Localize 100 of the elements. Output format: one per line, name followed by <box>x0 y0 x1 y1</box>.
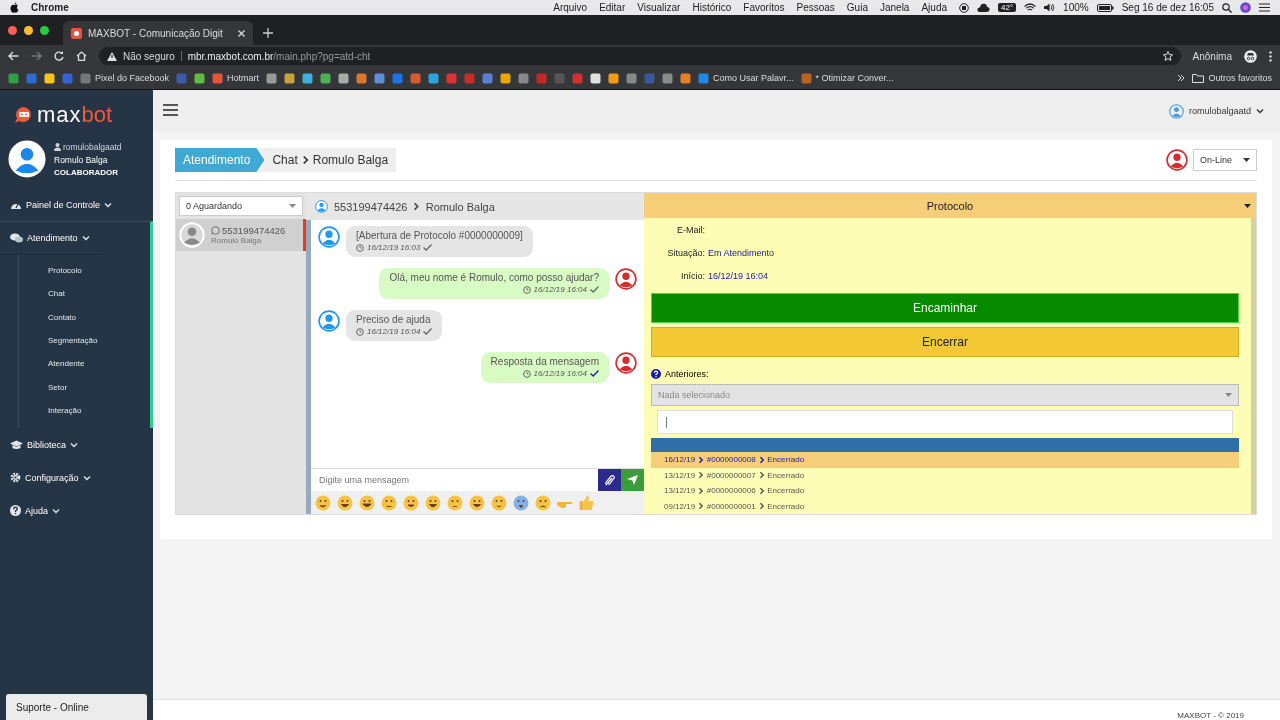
home-icon[interactable] <box>76 51 87 61</box>
window-zoom-button[interactable] <box>40 25 49 35</box>
search-icon[interactable] <box>1222 2 1232 13</box>
profile-label[interactable]: Anônima <box>1192 50 1232 62</box>
incognito-icon[interactable] <box>1244 49 1257 63</box>
record-icon[interactable] <box>959 2 969 13</box>
star-icon[interactable] <box>1162 51 1173 61</box>
emoji-icon[interactable] <box>381 494 397 511</box>
sidebar-subitem[interactable]: Interação <box>37 398 150 423</box>
previous-protocol-option[interactable]: 16/12/19 #0000000008 Encerrado <box>651 452 1239 468</box>
temperature-badge[interactable]: 42° <box>998 3 1017 12</box>
more-options-icon[interactable] <box>1269 50 1272 62</box>
menu-bar-item[interactable]: Chrome <box>31 2 542 13</box>
address-bar[interactable]: Não seguro mbr.maxbot.com.br/main.php?pg=atd-cht <box>99 47 1181 65</box>
bookmark-icon[interactable] <box>356 72 368 84</box>
bookmark[interactable]: Hotmart <box>212 72 260 84</box>
close-button[interactable]: Encerrar <box>651 327 1239 357</box>
forward-arrow-icon[interactable] <box>31 51 42 61</box>
chat-contact-phone: 553199474426 <box>334 200 408 213</box>
emoji-icon[interactable] <box>337 494 353 511</box>
emoji-icon[interactable] <box>447 494 463 511</box>
menu-bar-item[interactable]: Ajuda <box>921 2 947 13</box>
menu-bar-item[interactable]: Editar <box>599 2 626 13</box>
sidebar-subitem[interactable]: Setor <box>37 375 150 399</box>
sidebar-subitem[interactable]: Contato <box>37 305 150 329</box>
sidebar-item[interactable]: Painel de Controle <box>0 188 123 221</box>
bookmark-icon[interactable] <box>500 72 512 84</box>
status-select[interactable]: On-Line <box>1193 149 1257 171</box>
emoji-icon[interactable] <box>403 494 419 511</box>
battery-percentage[interactable]: 100% <box>1063 2 1089 13</box>
menu-bar-item[interactable]: Janela <box>879 2 910 13</box>
contact-item[interactable]: 553199474426 Romulo Balga <box>176 219 306 251</box>
back-arrow-icon[interactable] <box>8 51 19 61</box>
siri-icon[interactable] <box>1240 2 1251 13</box>
list-icon[interactable] <box>1259 3 1270 12</box>
thumbs-up-icon[interactable] <box>579 494 594 511</box>
chat-bubble-logo-icon <box>14 106 34 124</box>
sidebar-item[interactable]: Atendimento <box>0 222 100 255</box>
emoji-icon[interactable] <box>315 494 331 511</box>
window-close-button[interactable] <box>8 25 17 35</box>
menu-bar-item[interactable]: Favoritos <box>743 2 785 13</box>
bookmark-icon[interactable] <box>338 72 350 84</box>
previous-protocol-option[interactable]: 09/12/19 #0000000001 Encerrado <box>651 498 1239 514</box>
forward-button[interactable]: Encaminhar <box>651 293 1239 323</box>
bookmark-icon[interactable] <box>194 72 206 84</box>
bookmark[interactable]: * Otimizar Conver... <box>800 72 894 84</box>
sidebar-subitem[interactable]: Segmentação <box>37 328 150 353</box>
search-field[interactable] <box>657 410 1233 434</box>
menu-bar-item[interactable]: Visualizar <box>637 2 681 13</box>
reload-icon[interactable] <box>54 51 64 61</box>
emoji-icon[interactable] <box>513 494 529 511</box>
menu-bar-item[interactable]: Histórico <box>692 2 732 13</box>
queue-select[interactable]: 0 Aguardando <box>179 196 303 216</box>
bookmark-folder[interactable]: Outros favoritos <box>1192 73 1272 83</box>
emoji-icon[interactable] <box>425 494 441 511</box>
menu-button[interactable] <box>163 103 178 119</box>
apple-logo-icon[interactable] <box>10 2 19 13</box>
bookmark-icon[interactable] <box>608 72 620 84</box>
menu-bar-item[interactable]: Pessoas <box>796 2 835 13</box>
previous-protocol-option[interactable]: 13/12/19 #0000000006 Encerrado <box>651 483 1239 499</box>
emoji-icon[interactable] <box>535 494 551 511</box>
chevron-icon <box>70 440 79 449</box>
bookmark-icon[interactable] <box>302 72 314 84</box>
wifi-icon[interactable] <box>1024 3 1037 12</box>
emoji-icon[interactable] <box>491 494 507 511</box>
menu-bar-clock[interactable]: Seg 16 de dez 16:05 <box>1121 2 1214 13</box>
emoji-icon[interactable] <box>469 494 485 511</box>
menu-bar-item[interactable]: Guia <box>846 2 868 13</box>
bookmark-icon[interactable] <box>44 72 55 84</box>
support-chat-button[interactable]: Suporte - Online <box>6 694 147 720</box>
sidebar-subitem[interactable]: Atendente <box>37 352 150 376</box>
browser-tab[interactable]: MAXBOT - Comunicação Digit <box>63 21 253 45</box>
battery-icon[interactable] <box>1096 3 1114 12</box>
user-menu[interactable]: romulobalgaatd <box>1162 102 1270 120</box>
bookmark-icon[interactable] <box>266 72 278 84</box>
bookmark[interactable]: Pixel do Facebook <box>80 72 170 84</box>
bookmark-icon[interactable] <box>374 72 386 84</box>
emoji-icon[interactable] <box>359 494 375 511</box>
sidebar-subitem[interactable]: Protocolo <box>37 259 150 283</box>
close-icon[interactable] <box>238 29 245 37</box>
speaker-icon[interactable] <box>1044 3 1056 12</box>
double-chevron-icon[interactable] <box>1177 74 1186 82</box>
menu-bar-item[interactable]: Arquivo <box>553 2 588 13</box>
bookmark-icon[interactable] <box>320 72 332 84</box>
bookmark-icon[interactable] <box>680 72 692 84</box>
sidebar-subitem[interactable]: Chat <box>37 282 150 306</box>
attach-button[interactable] <box>598 469 621 491</box>
sidebar-item[interactable]: Ajuda <box>0 494 71 528</box>
bookmark-icon[interactable] <box>284 72 296 84</box>
sidebar-item[interactable]: Configuração <box>0 461 101 495</box>
previous-protocol-option[interactable]: 13/12/19 #0000000007 Encerrado <box>651 467 1239 483</box>
bookmark[interactable]: Como Usar Palavr... <box>698 72 794 84</box>
agent-avatar-icon <box>1166 149 1188 171</box>
caret-icon <box>1225 393 1232 397</box>
bookmark-icon[interactable] <box>428 72 440 84</box>
sidebar-item[interactable]: Biblioteca <box>0 428 89 462</box>
bookmark-icon[interactable] <box>590 72 602 84</box>
window-minimize-button[interactable] <box>24 25 33 35</box>
cloud-icon[interactable] <box>977 3 990 12</box>
protocol-header[interactable]: Protocolo <box>644 193 1256 218</box>
